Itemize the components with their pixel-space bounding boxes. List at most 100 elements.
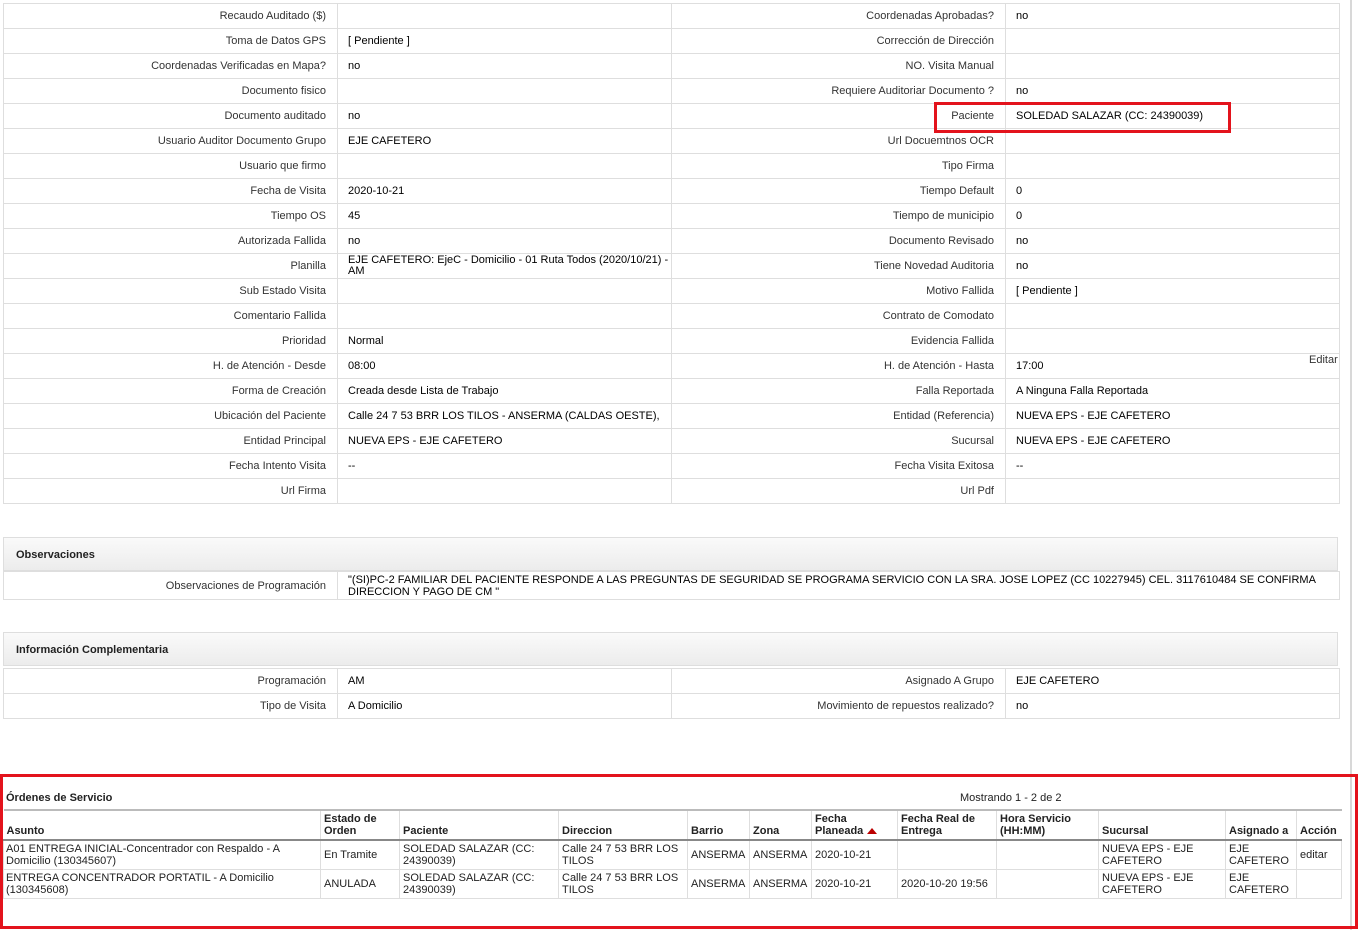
ordenes-title: Órdenes de Servicio [6, 792, 113, 804]
column-header-direccion[interactable]: Direccion [558, 809, 688, 841]
fecha-visita-exitosa-value: -- [1005, 453, 1340, 479]
h-de-atencion-hasta-label: H. de Atención - Hasta [671, 353, 1006, 379]
movimiento-de-repuestos-realizado-value: no [1005, 693, 1340, 719]
tiempo-de-municipio-value: 0 [1005, 203, 1340, 229]
no-visita-manual-label: NO. Visita Manual [671, 53, 1006, 79]
cell-fecha-planeada: 2020-10-21 [811, 869, 898, 899]
tipo-de-visita-value: A Domicilio [337, 693, 672, 719]
editar-link[interactable]: Editar [1309, 354, 1338, 366]
cell-asunto: A01 ENTREGA INICIAL-Concentrador con Res… [3, 839, 321, 870]
column-header-fecha-real-de-entrega[interactable]: Fecha Real de Entrega [897, 809, 997, 841]
detail-row: Toma de Datos GPS[ Pendiente ] Corrección… [3, 28, 1340, 54]
cell-fecha-planeada: 2020-10-21 [811, 839, 898, 870]
requiere-auditoriar-documento-label: Requiere Auditoriar Documento ? [671, 78, 1006, 104]
observaciones-label: Observaciones de Programación [3, 571, 338, 600]
comentario-fallida-value [337, 303, 672, 329]
complementaria-row: Tipo de Visita A Domicilio Movimiento de r… [3, 693, 1340, 719]
asignado-a-grupo-value: EJE CAFETERO [1005, 668, 1340, 694]
cell-barrio: ANSERMA [687, 869, 750, 899]
evidencia-fallida-value [1005, 328, 1340, 354]
toma-de-datos-gps-value: [ Pendiente ] [337, 28, 672, 54]
column-header-asignado-a[interactable]: Asignado a [1225, 809, 1297, 841]
tiempo-de-municipio-label: Tiempo de municipio [671, 203, 1006, 229]
observaciones-header: Observaciones [3, 537, 1338, 571]
table-row: ENTREGA CONCENTRADOR PORTATIL - A Domici… [3, 869, 1342, 899]
correccion-de-direccion-label: Corrección de Dirección [671, 28, 1006, 54]
url-firma-label: Url Firma [3, 478, 338, 504]
column-header-zona[interactable]: Zona [749, 809, 812, 841]
detail-row: Tiempo OS 45 Tiempo de municipio 0 [3, 203, 1340, 229]
programacion-label: Programación [3, 668, 338, 694]
complementaria-table: Programación AM Asignado A Grupo EJE CAFETE… [3, 668, 1340, 719]
autorizada-fallida-value: no [337, 228, 672, 254]
h-de-atencion-desde-label: H. de Atención - Desde [3, 353, 338, 379]
documento-fisico-label: Documento fisico [3, 78, 338, 104]
entidad-referencia-value: NUEVA EPS - EJE CAFETERO [1005, 403, 1340, 429]
contrato-de-comodato-label: Contrato de Comodato [671, 303, 1006, 329]
column-header-fecha-planeada[interactable]: Fecha Planeada [811, 809, 898, 841]
coordenadas-aprobadas-label: Coordenadas Aprobadas? [671, 3, 1006, 29]
cell-estado: ANULADA [320, 869, 400, 899]
detail-row: Forma de Creación Creada desde Lista de T… [3, 378, 1340, 404]
planilla-label: Planilla [3, 253, 338, 279]
programacion-value: AM [337, 668, 672, 694]
column-header-label: Barrio [691, 825, 724, 837]
prioridad-value: Normal [337, 328, 672, 354]
prioridad-label: Prioridad [3, 328, 338, 354]
column-header-label: Paciente [403, 825, 449, 837]
column-header-paciente[interactable]: Paciente [399, 809, 559, 841]
cell-zona: ANSERMA [749, 869, 812, 899]
sort-ascending-icon[interactable] [867, 828, 878, 835]
documento-revisado-value: no [1005, 228, 1340, 254]
column-header-accion[interactable]: Acción [1296, 809, 1342, 841]
cell-fecha-real [897, 839, 997, 870]
ubicacion-del-paciente-label: Ubicación del Paciente [3, 403, 338, 429]
detail-row: Entidad Principal NUEVA EPS - EJE CAFETER… [3, 428, 1340, 454]
cell-hora-servicio [996, 869, 1099, 899]
detail-row: Prioridad Normal Evidencia Fallida [3, 328, 1340, 354]
falla-reportada-value: A Ninguna Falla Reportada [1005, 378, 1340, 404]
column-header-hora-servicio-hh-mm[interactable]: Hora Servicio (HH:MM) [996, 809, 1099, 841]
sucursal-value: NUEVA EPS - EJE CAFETERO [1005, 428, 1340, 454]
motivo-fallida-label: Motivo Fallida [671, 278, 1006, 304]
entidad-principal-label: Entidad Principal [3, 428, 338, 454]
documento-fisico-value [337, 78, 672, 104]
column-header-label: Acción [1300, 825, 1337, 837]
entidad-principal-value: NUEVA EPS - EJE CAFETERO [337, 428, 672, 454]
fecha-visita-exitosa-label: Fecha Visita Exitosa [671, 453, 1006, 479]
fecha-intento-visita-value: -- [337, 453, 672, 479]
detail-row: Fecha de Visita 2020-10-21 Tiempo Default 0 [3, 178, 1340, 204]
cell-sucursal: NUEVA EPS - EJE CAFETERO [1098, 839, 1226, 870]
editar-orden-link[interactable]: editar [1296, 839, 1342, 870]
h-de-atencion-hasta-value: 17:00 [1005, 353, 1340, 379]
cell-asunto: ENTREGA CONCENTRADOR PORTATIL - A Domici… [3, 869, 321, 899]
recaudo-auditado-value [337, 3, 672, 29]
cell-estado: En Tramite [320, 839, 400, 870]
column-header-label: Estado de Orden [324, 813, 377, 837]
detail-row: Comentario Fallida Contrato de Comodato [3, 303, 1340, 329]
usuario-que-firmo-value [337, 153, 672, 179]
entidad-referencia-label: Entidad (Referencia) [671, 403, 1006, 429]
column-header-label: Hora Servicio (HH:MM) [1000, 813, 1071, 837]
forma-de-creacion-value: Creada desde Lista de Trabajo [337, 378, 672, 404]
usuario-auditor-documento-grupo-label: Usuario Auditor Documento Grupo [3, 128, 338, 154]
cell-sucursal: NUEVA EPS - EJE CAFETERO [1098, 869, 1226, 899]
complementaria-header: Información Complementaria [3, 632, 1338, 666]
ubicacion-del-paciente-value: Calle 24 7 53 BRR LOS TILOS - ANSERMA (C… [337, 403, 672, 429]
paciente-highlight [934, 102, 1231, 133]
planilla-value: EJE CAFETERO: EjeC - Domicilio - 01 Ruta… [337, 253, 672, 279]
detail-row: Usuario que firmo Tipo Firma [3, 153, 1340, 179]
column-header-estado-de-orden[interactable]: Estado de Orden [320, 809, 400, 841]
column-header-label: Fecha Real de Entrega [901, 813, 975, 837]
detail-row: Recaudo Auditado ($) Coordenadas Aprobada… [3, 3, 1340, 29]
tiempo-os-value: 45 [337, 203, 672, 229]
cell-direccion: Calle 24 7 53 BRR LOS TILOS [558, 869, 688, 899]
column-header-asunto[interactable]: Asunto [3, 809, 321, 841]
documento-revisado-label: Documento Revisado [671, 228, 1006, 254]
column-header-sucursal[interactable]: Sucursal [1098, 809, 1226, 841]
column-header-label: Zona [753, 825, 780, 837]
detail-row: Sub Estado Visita Motivo Fallida[ Pendien… [3, 278, 1340, 304]
contrato-de-comodato-value [1005, 303, 1340, 329]
column-header-label: Direccion [562, 825, 613, 837]
column-header-barrio[interactable]: Barrio [687, 809, 750, 841]
